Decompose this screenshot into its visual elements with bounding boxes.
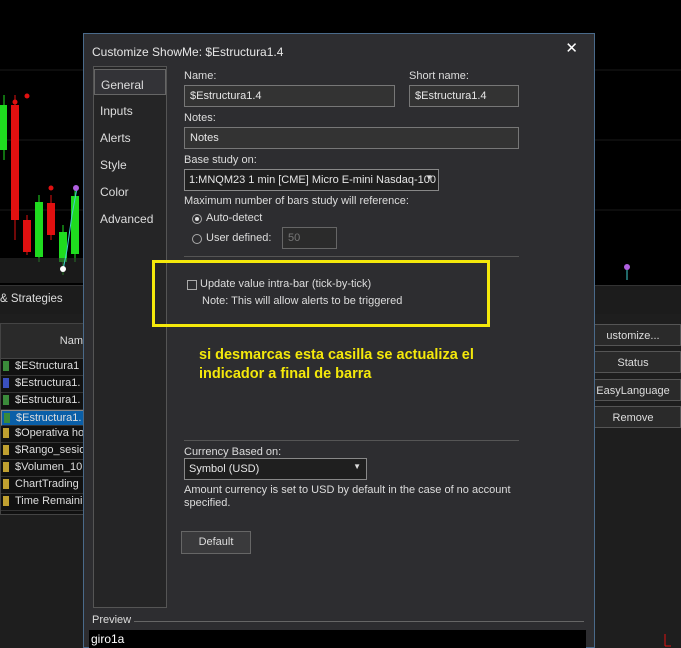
user-defined-field[interactable]: 50 — [282, 227, 337, 249]
short-name-field[interactable]: $Estructura1.4 — [409, 85, 519, 107]
signal-dot — [60, 266, 66, 272]
dialog-title: Customize ShowMe: $Estructura1.4 — [92, 45, 284, 59]
status-button[interactable]: Status — [585, 351, 681, 373]
nav-advanced[interactable]: Advanced — [94, 204, 166, 230]
chevron-down-icon: ▼ — [353, 462, 361, 471]
study-type-icon — [3, 496, 9, 506]
currency-label: Currency Based on: — [184, 446, 282, 458]
base-study-value: 1:MNQM23 1 min [CME] Micro E-mini Nasdaq… — [189, 174, 436, 186]
study-type-icon — [3, 445, 9, 455]
preview-divider — [134, 621, 584, 622]
divider — [184, 440, 519, 441]
study-type-icon — [3, 361, 9, 371]
customize-showme-dialog: Customize ShowMe: $Estructura1.4 ✕ Gener… — [83, 33, 595, 648]
nav-color[interactable]: Color — [94, 177, 166, 203]
list-item-label: $Estructura1. — [16, 412, 82, 424]
list-item[interactable]: $Volumen_10 — [1, 460, 85, 477]
list-item[interactable]: $Operativa ho — [1, 426, 85, 443]
notes-field[interactable]: Notes — [184, 127, 519, 149]
dialog-nav: General Inputs Alerts Style Color Advanc… — [93, 66, 167, 608]
list-item-label: ChartTrading — [15, 478, 79, 490]
signal-dot — [73, 185, 79, 191]
remove-button[interactable]: Remove — [585, 406, 681, 428]
annotation-note: si desmarcas esta casilla se actualiza e… — [199, 347, 474, 382]
currency-value: Symbol (USD) — [189, 463, 260, 475]
close-icon[interactable]: ✕ — [565, 39, 578, 57]
list-item[interactable]: ChartTrading — [1, 477, 85, 494]
candle — [11, 105, 19, 220]
nav-general[interactable]: General — [94, 69, 166, 95]
study-type-icon — [3, 428, 9, 438]
study-type-icon — [3, 378, 9, 388]
preview-marker-icon — [664, 634, 671, 647]
nav-inputs[interactable]: Inputs — [94, 96, 166, 122]
auto-detect-radio[interactable] — [192, 214, 202, 224]
list-header-label: Nam — [59, 335, 83, 347]
chevron-down-icon: ▼ — [425, 173, 433, 182]
list-item-label: $Estructura1. — [15, 394, 81, 406]
signal-dot — [12, 99, 18, 105]
list-item[interactable]: $EStructura1 — [1, 359, 85, 376]
candle — [47, 203, 55, 235]
divider — [184, 256, 519, 257]
easylanguage-button[interactable]: EasyLanguage — [585, 379, 681, 401]
list-item-label: $Rango_sesio — [15, 444, 85, 456]
notes-label: Notes: — [184, 112, 216, 124]
currency-select[interactable]: Symbol (USD) ▼ — [184, 458, 367, 480]
list-item-label: $EStructura1 — [15, 360, 80, 372]
auto-detect-label: Auto-detect — [206, 212, 263, 224]
signal-dot — [24, 93, 30, 99]
study-type-icon — [3, 462, 9, 472]
name-field[interactable]: $Estructura1.4 — [184, 85, 395, 107]
study-type-icon — [3, 479, 9, 489]
preview-box: giro1a — [89, 630, 671, 648]
short-name-label: Short name: — [409, 70, 469, 82]
list-header[interactable]: Nam — [1, 324, 85, 359]
list-item-label: $Volumen_10 — [15, 461, 83, 473]
study-type-icon — [4, 413, 10, 423]
currency-note: Amount currency is set to USD by default… — [184, 484, 511, 509]
default-button[interactable]: Default — [181, 531, 251, 554]
user-defined-radio[interactable] — [192, 234, 202, 244]
list-item-label: $Estructura1. — [15, 377, 81, 389]
max-bars-label: Maximum number of bars study will refere… — [184, 195, 409, 207]
preview-label: Preview — [92, 614, 132, 626]
list-item[interactable]: $Estructura1. — [1, 376, 85, 393]
candle — [23, 220, 31, 252]
signal-dot — [624, 264, 630, 270]
list-item[interactable]: $Estructura1. — [1, 410, 85, 426]
highlight-box — [152, 260, 490, 327]
list-item-label: $Operativa ho — [15, 427, 85, 439]
signal-dot — [48, 185, 54, 191]
nav-alerts[interactable]: Alerts — [94, 123, 166, 149]
list-item[interactable]: $Rango_sesio — [1, 443, 85, 460]
customize-button[interactable]: ustomize... — [585, 324, 681, 346]
name-label: Name: — [184, 70, 217, 82]
preview-text: giro1a — [91, 632, 125, 646]
list-item-label: Time Remainin — [15, 495, 85, 507]
candle — [0, 105, 7, 150]
study-list: Nam $EStructura1 $Estructura1. $Estructura… — [0, 323, 86, 515]
study-type-icon — [3, 395, 9, 405]
candle — [35, 202, 43, 257]
user-defined-label: User defined: — [206, 232, 272, 244]
list-item[interactable]: Time Remainin — [1, 494, 85, 511]
base-study-label: Base study on: — [184, 154, 257, 166]
list-item[interactable]: $Estructura1. — [1, 393, 85, 410]
analysis-tab-label[interactable]: & Strategies — [0, 293, 63, 305]
candle — [71, 196, 79, 254]
nav-style[interactable]: Style — [94, 150, 166, 176]
base-study-select[interactable]: 1:MNQM23 1 min [CME] Micro E-mini Nasdaq… — [184, 169, 439, 191]
